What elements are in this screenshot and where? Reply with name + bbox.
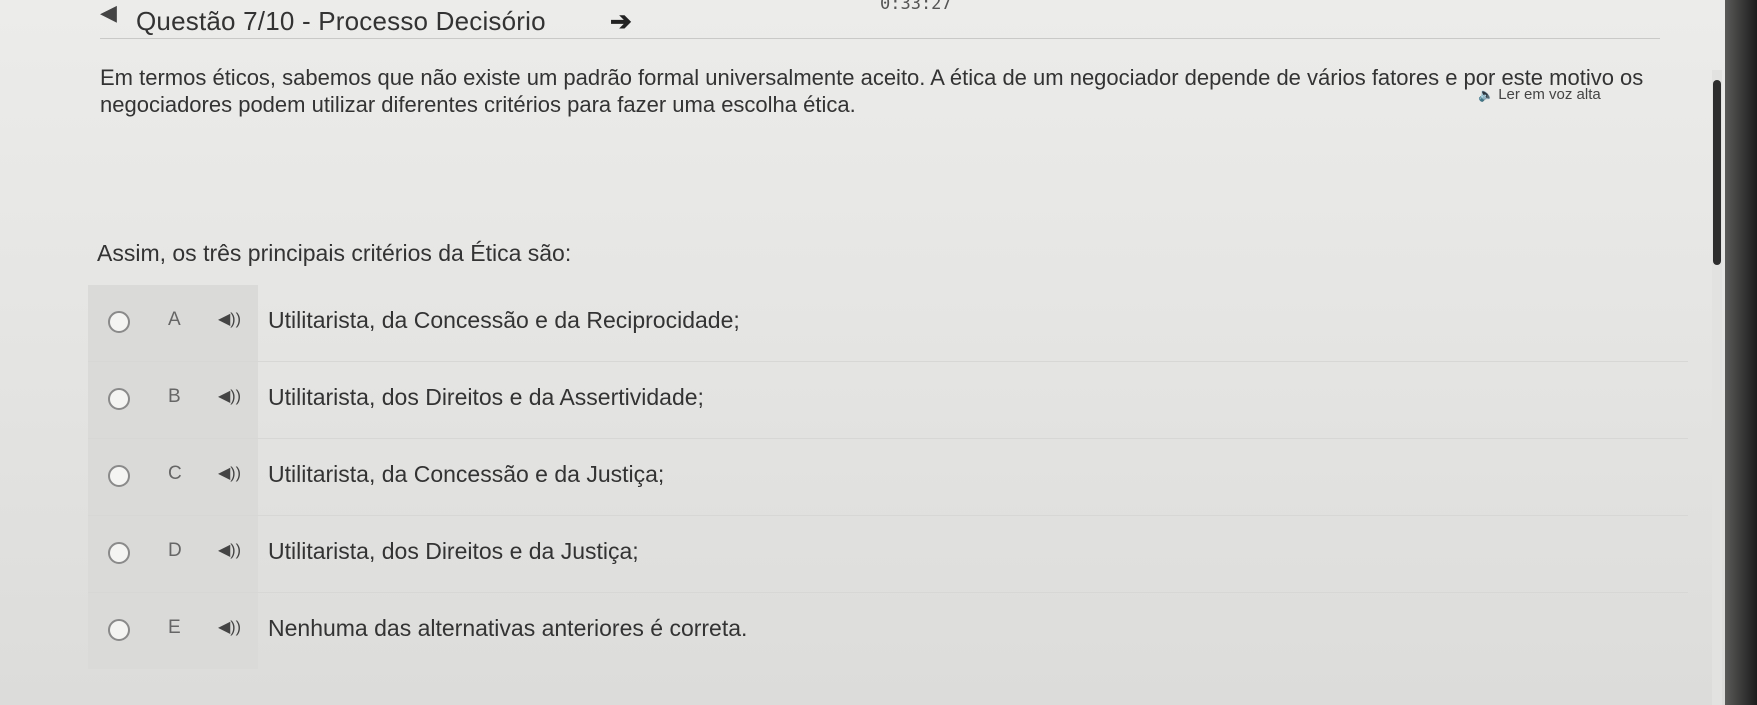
speaker-icon[interactable]: ◀)) [218,463,241,483]
option-e[interactable]: E ◀)) Nenhuma das alternativas anteriore… [88,592,1688,669]
radio-button[interactable] [108,465,130,487]
speaker-icon[interactable]: ◀)) [218,386,241,406]
option-text[interactable]: Utilitarista, da Concessão e da Reciproc… [268,307,740,334]
radio-button[interactable] [108,311,130,333]
timer: 0:33:27 [880,0,952,14]
radio-button[interactable] [108,619,130,641]
question-header: ◀ Questão 7/10 - Processo Decisório ➔ 0:… [100,0,1660,52]
option-a[interactable]: A ◀)) Utilitarista, da Concessão e da Re… [88,285,1688,361]
radio-button[interactable] [108,388,130,410]
statement-line: negociadores podem utilizar diferentes c… [100,92,856,117]
option-letter: B [168,386,181,407]
option-letter: D [168,540,182,561]
option-text[interactable]: Utilitarista, da Concessão e da Justiça; [268,461,664,488]
arrow-left-icon[interactable]: ◀ [100,0,117,26]
speaker-icon[interactable]: ◀)) [218,540,241,560]
option-letter: E [168,617,181,638]
option-letter: C [168,463,182,484]
option-text[interactable]: Nenhuma das alternativas anteriores é co… [268,615,747,642]
question-prompt: Assim, os três principais critérios da É… [97,240,572,266]
option-letter: A [168,309,181,330]
speaker-icon[interactable]: ◀)) [218,309,241,329]
option-c[interactable]: C ◀)) Utilitarista, da Concessão e da Ju… [88,438,1688,515]
option-d[interactable]: D ◀)) Utilitarista, dos Direitos e da Ju… [88,515,1688,592]
option-text[interactable]: Utilitarista, dos Direitos e da Assertiv… [268,384,704,411]
arrow-right-icon[interactable]: ➔ [610,6,632,37]
speaker-icon[interactable]: ◀)) [218,617,241,637]
scrollbar-thumb[interactable] [1713,80,1721,265]
option-b[interactable]: B ◀)) Utilitarista, dos Direitos e da As… [88,361,1688,438]
option-text[interactable]: Utilitarista, dos Direitos e da Justiça; [268,538,639,565]
question-statement: Em termos éticos, sabemos que não existe… [100,64,1700,118]
screen-bezel [1725,0,1757,705]
radio-button[interactable] [108,542,130,564]
header-divider [100,38,1660,39]
statement-line: Em termos éticos, sabemos que não existe… [100,65,1644,90]
answer-options: A ◀)) Utilitarista, da Concessão e da Re… [88,285,1688,669]
page-title: Questão 7/10 - Processo Decisório [136,6,546,36]
